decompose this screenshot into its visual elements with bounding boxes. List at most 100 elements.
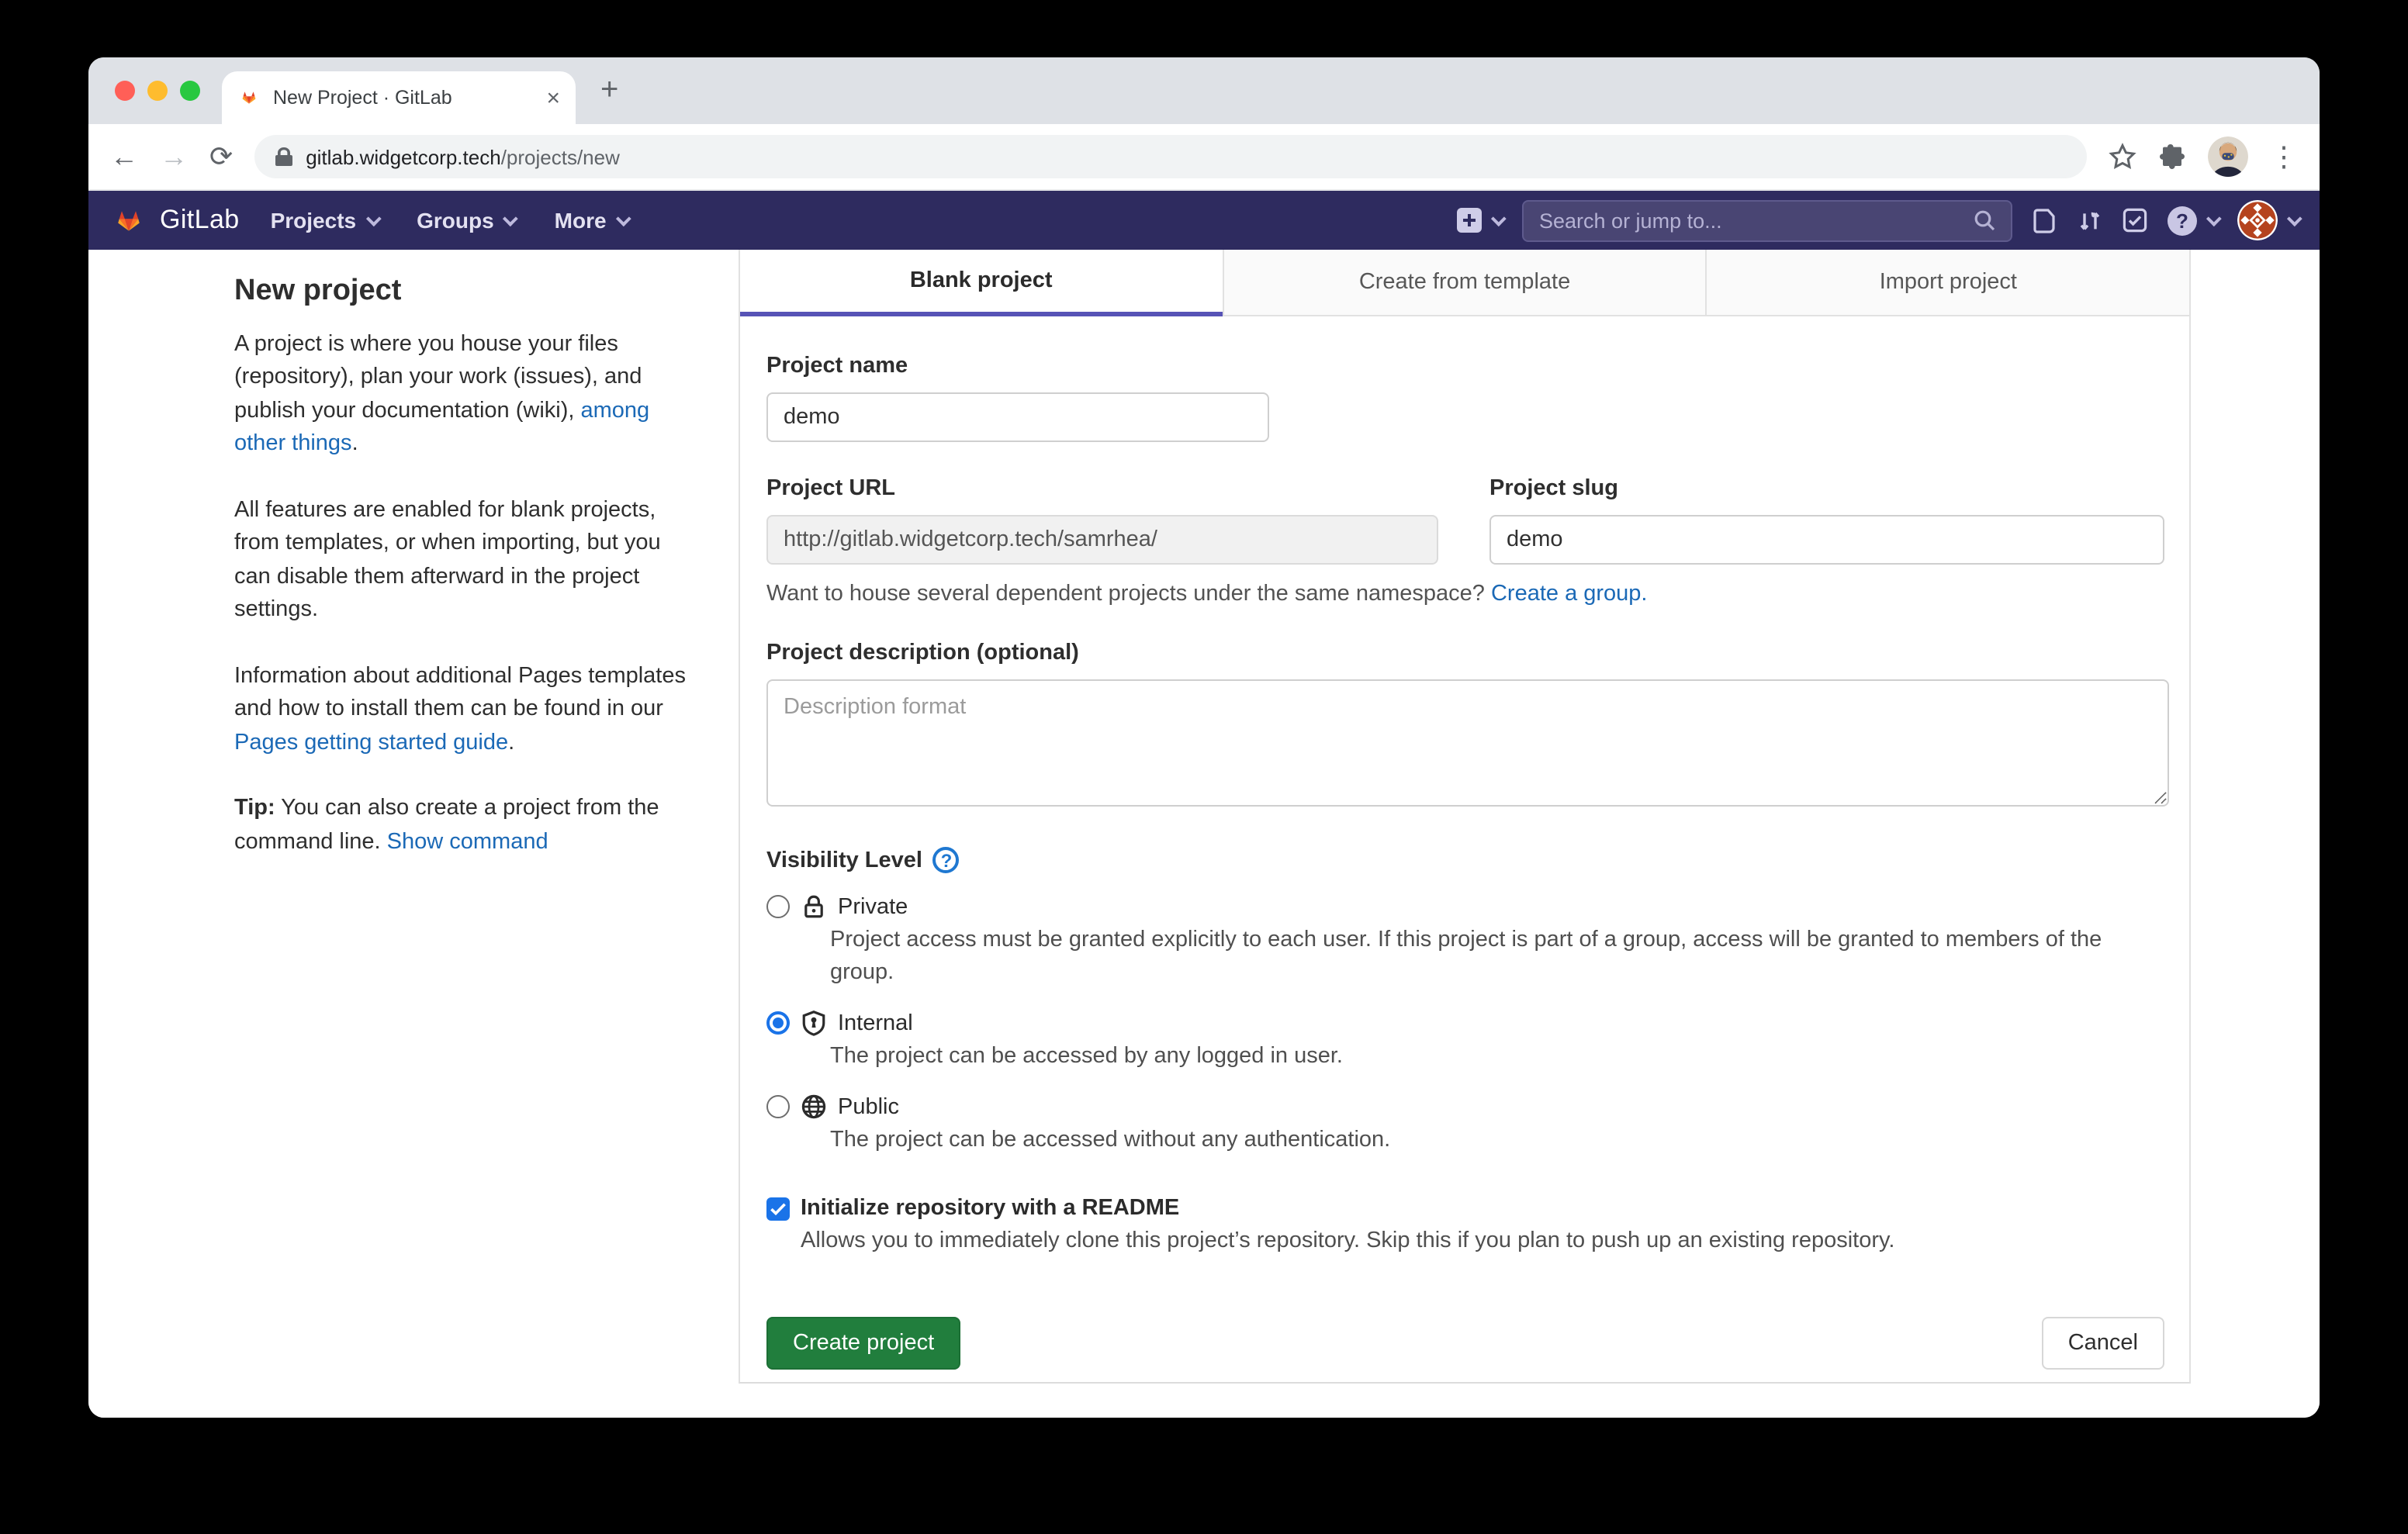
minimize-window-button[interactable] [147, 81, 168, 101]
gitlab-menu: Projects Groups More [271, 208, 627, 233]
merge-request-icon[interactable] [2078, 207, 2102, 233]
sidebar-paragraph: All features are enabled for blank proje… [234, 494, 687, 627]
internal-label: Internal [838, 1011, 913, 1035]
browser-tab[interactable]: New Project · GitLab × [222, 71, 576, 124]
visibility-help-icon[interactable]: ? [933, 847, 960, 873]
show-command-link[interactable]: Show command [387, 829, 548, 854]
search-box[interactable] [1522, 199, 2012, 241]
address-bar[interactable]: gitlab.widgetcorp.tech/projects/new [254, 135, 2087, 178]
readme-label: Initialize repository with a README [801, 1196, 1179, 1221]
new-project-page: New project A project is where you house… [88, 250, 2320, 1418]
help-menu[interactable]: ? [2168, 206, 2217, 235]
internal-radio[interactable] [766, 1011, 790, 1035]
form-actions: Create project Cancel [766, 1317, 2164, 1370]
namespace-hint: Want to house several dependent projects… [766, 582, 2164, 606]
create-project-button[interactable]: Create project [766, 1317, 960, 1370]
public-radio[interactable] [766, 1095, 790, 1118]
zoom-window-button[interactable] [180, 81, 200, 101]
url-path: /projects/new [501, 145, 620, 168]
project-name-input[interactable] [766, 392, 1269, 442]
plus-icon [1455, 206, 1483, 234]
new-tab-button[interactable]: + [600, 74, 618, 105]
sidebar-tip: Tip: You can also create a project from … [234, 793, 687, 859]
url-host: gitlab.widgetcorp.tech [306, 145, 501, 168]
project-description-textarea[interactable] [766, 679, 2169, 807]
project-slug-input[interactable] [1489, 515, 2164, 565]
todo-icon[interactable] [2123, 208, 2147, 233]
close-window-button[interactable] [115, 81, 135, 101]
project-slug-label: Project slug [1489, 476, 2164, 501]
private-label: Private [838, 894, 908, 919]
gitlab-navbar-right: ? [1455, 199, 2298, 241]
project-url-input[interactable] [766, 515, 1438, 565]
browser-toolbar: ← → ⟳ gitlab.widgetcorp.tech/projects/ne… [88, 124, 2320, 191]
sidebar-paragraph: A project is where you house your files … [234, 328, 687, 461]
chevron-down-icon [615, 210, 631, 226]
lock-icon [275, 146, 293, 168]
internal-option-row[interactable]: Internal [766, 1010, 2164, 1036]
public-option-row[interactable]: Public [766, 1093, 2164, 1120]
new-menu-button[interactable] [1455, 206, 1502, 234]
private-description: Project access must be granted explicitl… [830, 924, 2164, 990]
sidebar-help: New project A project is where you house… [234, 275, 687, 892]
page-title: New project [234, 275, 687, 308]
globe-icon [801, 1093, 827, 1120]
tab-import-project[interactable]: Import project [1706, 250, 2189, 316]
cancel-button[interactable]: Cancel [2042, 1317, 2164, 1370]
visibility-option-public: Public The project can be accessed witho… [766, 1093, 2164, 1157]
tab-close-icon[interactable]: × [546, 86, 560, 109]
gitlab-logo-icon[interactable] [110, 202, 147, 238]
public-label: Public [838, 1094, 899, 1119]
project-url-label: Project URL [766, 476, 1438, 501]
url-text: gitlab.widgetcorp.tech/projects/new [306, 145, 620, 168]
internal-description: The project can be accessed by any logge… [830, 1041, 2164, 1073]
browser-profile-avatar[interactable] [2208, 136, 2248, 177]
visibility-level-label: Visibility Level [766, 848, 922, 872]
url-slug-row: Project URL Project slug [766, 476, 2164, 565]
browser-menu-icon[interactable]: ⋮ [2270, 143, 2298, 171]
nav-projects[interactable]: Projects [271, 208, 377, 233]
chevron-down-icon [2206, 210, 2222, 226]
public-description: The project can be accessed without any … [830, 1125, 2164, 1157]
extensions-puzzle-icon[interactable] [2158, 143, 2186, 171]
screenshot-stage: New Project · GitLab × + ← → ⟳ gitlab.wi… [0, 0, 2408, 1534]
help-icon: ? [2168, 206, 2197, 235]
chevron-down-icon [2287, 210, 2302, 226]
create-group-link[interactable]: Create a group. [1491, 582, 1648, 606]
shield-icon [801, 1010, 827, 1036]
readme-row[interactable]: Initialize repository with a README [766, 1196, 2164, 1221]
project-type-tabs: Blank project Create from template Impor… [740, 250, 2189, 316]
nav-more[interactable]: More [555, 208, 627, 233]
bookmark-star-icon[interactable] [2109, 143, 2136, 171]
readme-checkbox[interactable] [766, 1197, 790, 1220]
issues-icon[interactable] [2033, 207, 2057, 233]
readme-option: Initialize repository with a README Allo… [766, 1196, 2164, 1258]
tab-blank-project[interactable]: Blank project [740, 250, 1222, 316]
browser-window: New Project · GitLab × + ← → ⟳ gitlab.wi… [88, 57, 2320, 1418]
user-avatar [2237, 200, 2278, 240]
user-menu[interactable] [2237, 200, 2298, 240]
chevron-down-icon [365, 210, 381, 226]
gitlab-navbar: GitLab Projects Groups More [88, 191, 2320, 250]
forward-icon[interactable]: → [160, 143, 188, 171]
chevron-down-icon [503, 210, 519, 226]
back-icon[interactable]: ← [110, 143, 138, 171]
visibility-option-private: Private Project access must be granted e… [766, 893, 2164, 990]
search-icon [1974, 209, 1995, 231]
tab-title: New Project · GitLab [273, 87, 534, 109]
private-radio[interactable] [766, 895, 790, 918]
browser-tab-strip: New Project · GitLab × + [88, 57, 2320, 124]
pages-guide-link[interactable]: Pages getting started guide [234, 730, 508, 755]
private-option-row[interactable]: Private [766, 893, 2164, 920]
visibility-level-header: Visibility Level ? [766, 847, 2164, 873]
tab-create-from-template[interactable]: Create from template [1222, 250, 1705, 316]
project-name-label: Project name [766, 354, 2164, 378]
gitlab-brand[interactable]: GitLab [160, 205, 240, 236]
lock-icon [801, 893, 827, 920]
chevron-down-icon [1491, 210, 1507, 226]
visibility-option-internal: Internal The project can be accessed by … [766, 1010, 2164, 1073]
nav-groups[interactable]: Groups [417, 208, 514, 233]
search-input[interactable] [1539, 209, 1974, 232]
project-description-label: Project description (optional) [766, 641, 2164, 665]
refresh-icon[interactable]: ⟳ [209, 143, 233, 171]
